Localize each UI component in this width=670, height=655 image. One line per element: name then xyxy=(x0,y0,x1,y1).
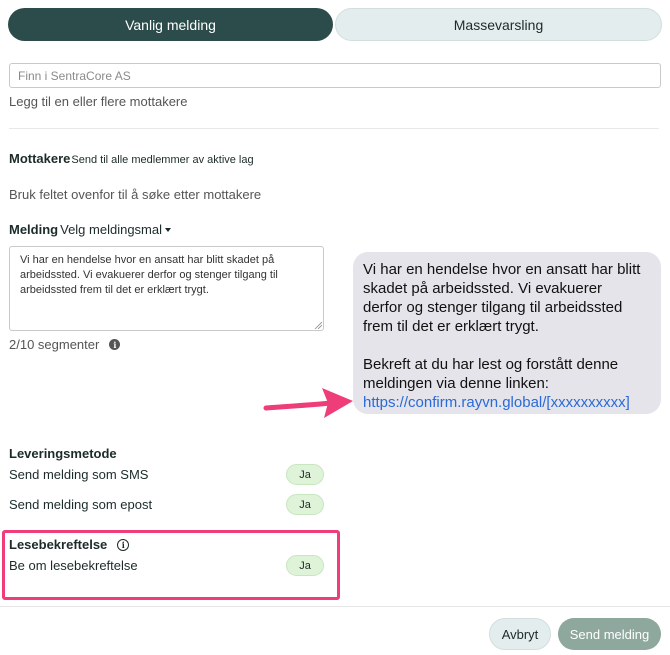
read-receipt-title: Lesebekreftelse xyxy=(9,537,108,552)
email-label: Send melding som epost xyxy=(9,497,153,512)
delivery-title: Leveringsmetode xyxy=(9,446,117,461)
caret-down-icon xyxy=(165,227,171,232)
preview-line: derfor og stenger tilgang til arbeidsste… xyxy=(363,299,623,316)
template-dropdown[interactable]: Velg meldingsmal xyxy=(60,222,171,237)
tab-vanlig-melding[interactable]: Vanlig melding xyxy=(8,8,333,41)
sms-toggle[interactable]: Ja xyxy=(286,464,324,485)
info-icon[interactable]: i xyxy=(109,339,121,350)
recipient-search-input[interactable] xyxy=(9,63,661,88)
divider xyxy=(9,128,659,129)
message-title: Melding xyxy=(9,222,59,237)
footer-divider xyxy=(0,606,670,607)
read-receipt-label: Be om lesebekreftelse xyxy=(9,558,138,573)
segment-counter: 2/10 segmenter i xyxy=(9,337,121,352)
message-textarea[interactable]: Vi har en hendelse hvor en ansatt har bl… xyxy=(9,246,324,331)
tab-massevarsling[interactable]: Massevarsling xyxy=(335,8,662,41)
read-receipt-toggle[interactable]: Ja xyxy=(286,555,324,576)
preview-line: Vi har en hendelse hvor en ansatt har bl… xyxy=(363,261,641,278)
info-icon[interactable]: i xyxy=(117,538,130,551)
send-message-button[interactable]: Send melding xyxy=(558,618,661,650)
recipient-hint: Legg til en eller flere mottakere xyxy=(9,94,188,109)
preview-line: meldingen via denne linken: xyxy=(363,375,549,392)
preview-confirm-link[interactable]: https://confirm.rayvn.global/[xxxxxxxxxx… xyxy=(363,393,651,412)
message-type-tabs: Vanlig melding Massevarsling xyxy=(8,8,662,41)
recipients-title: Mottakere xyxy=(9,151,71,166)
segment-count: 2/10 segmenter xyxy=(9,337,100,352)
pointer-arrow-icon xyxy=(263,388,353,418)
recipients-empty-text: Bruk feltet ovenfor til å søke etter mot… xyxy=(9,187,262,202)
preview-line: skadet på arbeidssted. Vi evakuerer xyxy=(363,280,603,297)
resize-grip-icon[interactable] xyxy=(314,321,322,329)
sms-label: Send melding som SMS xyxy=(9,467,149,482)
preview-line: Bekreft at du har lest og forstått denne xyxy=(363,356,619,373)
template-dropdown-label: Velg meldingsmal xyxy=(60,222,162,237)
preview-line: frem til det er erklært trygt. xyxy=(363,318,539,335)
email-toggle[interactable]: Ja xyxy=(286,494,324,515)
cancel-button[interactable]: Avbryt xyxy=(489,618,551,650)
recipients-header: Mottakere Send til alle medlemmer av akt… xyxy=(9,151,254,166)
message-preview-bubble: Vi har en hendelse hvor en ansatt har bl… xyxy=(353,252,661,414)
read-receipt-header: Lesebekreftelse i xyxy=(9,537,130,552)
message-header: Melding Velg meldingsmal xyxy=(9,222,171,237)
send-to-all-link[interactable]: Send til alle medlemmer av aktive lag xyxy=(71,154,253,166)
